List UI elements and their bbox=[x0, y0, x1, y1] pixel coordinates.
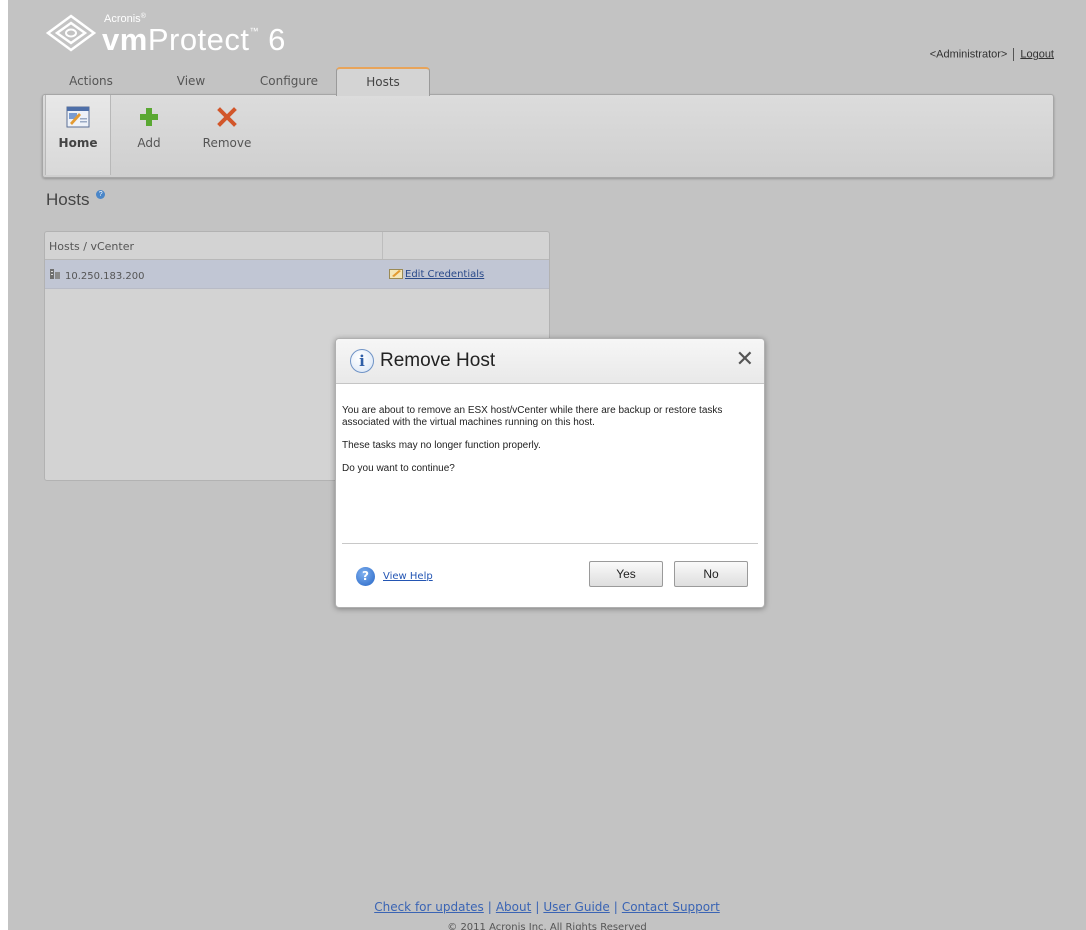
user-separator bbox=[1013, 48, 1015, 61]
yes-button[interactable]: Yes bbox=[589, 561, 663, 587]
page-title-text: Hosts bbox=[46, 190, 90, 209]
remove-host-dialog: i Remove Host ✕ You are about to remove … bbox=[335, 338, 765, 608]
app-window: Acronis® vmProtect™ 6 <Administrator> Log… bbox=[8, 0, 1086, 930]
product-logo: Acronis® vmProtect™ 6 bbox=[46, 12, 326, 62]
copyright: © 2011 Acronis Inc. All Rights Reserved bbox=[447, 922, 647, 930]
table-row[interactable]: 10.250.183.200 Edit Credentials bbox=[45, 260, 549, 289]
dialog-header: i Remove Host ✕ bbox=[336, 339, 764, 384]
section-help-icon[interactable]: ? bbox=[96, 190, 106, 199]
dialog-divider bbox=[342, 543, 758, 544]
info-icon: i bbox=[350, 349, 374, 373]
dialog-message-consequence: These tasks may no longer function prope… bbox=[342, 440, 541, 451]
host-address: 10.250.183.200 bbox=[65, 271, 145, 282]
close-icon[interactable]: ✕ bbox=[736, 347, 754, 373]
tab-actions[interactable]: Actions bbox=[44, 67, 138, 95]
dialog-message-question: Do you want to continue? bbox=[342, 463, 455, 474]
page-title: Hosts ? bbox=[46, 190, 106, 210]
help-icon[interactable]: ? bbox=[356, 567, 375, 586]
add-button[interactable]: Add bbox=[117, 95, 181, 175]
home-label: Home bbox=[58, 136, 98, 150]
check-updates-link[interactable]: Check for updates bbox=[374, 900, 484, 914]
server-icon bbox=[50, 269, 60, 279]
column-divider bbox=[382, 232, 383, 259]
footer-links: Check for updates | About | User Guide | Conta… bbox=[374, 900, 720, 914]
table-header: Hosts / vCenter bbox=[45, 232, 549, 260]
view-help-link[interactable]: View Help bbox=[383, 571, 433, 582]
no-button[interactable]: No bbox=[674, 561, 748, 587]
remove-label: Remove bbox=[202, 136, 252, 150]
dialog-message-warning: You are about to remove an ESX host/vCen… bbox=[342, 405, 723, 428]
edit-icon bbox=[389, 269, 403, 279]
user-guide-link[interactable]: User Guide bbox=[543, 900, 609, 914]
logout-link[interactable]: Logout bbox=[1020, 48, 1054, 60]
home-button[interactable]: Home bbox=[45, 95, 111, 175]
contact-support-link[interactable]: Contact Support bbox=[622, 900, 720, 914]
about-link[interactable]: About bbox=[496, 900, 531, 914]
column-header-hosts: Hosts / vCenter bbox=[49, 240, 135, 253]
add-icon bbox=[140, 108, 158, 126]
tab-configure[interactable]: Configure bbox=[242, 67, 336, 95]
tab-view[interactable]: View bbox=[144, 67, 238, 95]
toolbar-ribbon: Home Add Remove bbox=[42, 94, 1054, 178]
product-name: vmProtect™ 6 bbox=[102, 22, 286, 57]
tab-hosts[interactable]: Hosts bbox=[336, 67, 430, 96]
dialog-message: You are about to remove an ESX host/vCen… bbox=[342, 405, 752, 486]
home-icon bbox=[66, 106, 90, 128]
acronis-logo-icon bbox=[46, 14, 96, 52]
remove-icon bbox=[217, 107, 237, 127]
edit-credentials-link[interactable]: Edit Credentials bbox=[389, 268, 484, 280]
dialog-title: Remove Host bbox=[380, 350, 496, 371]
remove-button[interactable]: Remove bbox=[195, 95, 259, 175]
user-name: <Administrator> bbox=[929, 48, 1008, 61]
add-label: Add bbox=[137, 136, 161, 150]
user-box: <Administrator> Logout bbox=[930, 48, 1054, 61]
